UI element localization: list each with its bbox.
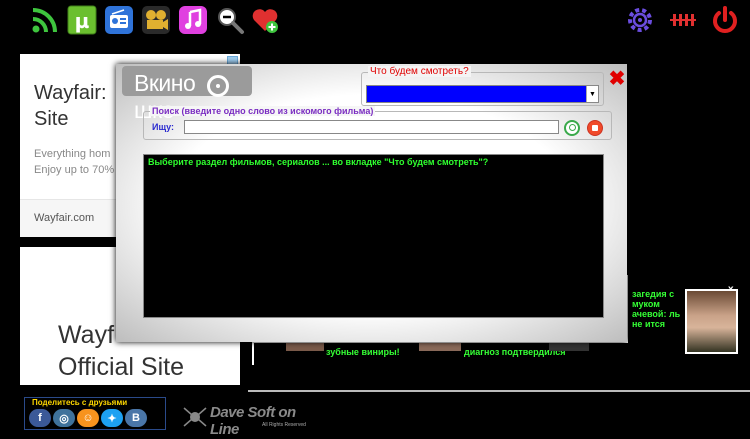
brand-logo: Вкиношке — [122, 66, 252, 123]
ad-title-line2: Official Site — [58, 353, 184, 381]
watch-selector-group: Что будем смотреть? ▼ — [361, 66, 604, 106]
vk-icon[interactable]: B — [125, 409, 147, 427]
add-favorite-icon[interactable] — [250, 5, 280, 35]
utorrent-icon[interactable]: µ — [67, 5, 97, 35]
dave-soft-name: Dave Soft on Line — [210, 404, 296, 438]
results-console[interactable]: Выберите раздел фильмов, сериалов ... во… — [143, 154, 604, 318]
news-thumb[interactable] — [286, 343, 324, 351]
zoom-out-icon[interactable] — [215, 5, 245, 35]
ad-body-line2: Enjoy up to 70% — [34, 164, 115, 176]
rss-icon[interactable] — [30, 5, 60, 35]
spider-icon — [183, 407, 207, 427]
radio-icon[interactable] — [104, 5, 134, 35]
watch-legend: Что будем смотреть? — [368, 66, 471, 77]
share-panel: Поделитесь с друзьями f ◎ ☺ ✦ B — [24, 397, 166, 430]
horizontal-scrollbar[interactable] — [248, 390, 750, 392]
watch-category-select[interactable]: ▼ — [366, 85, 599, 103]
ad-title-line2: Site — [34, 108, 69, 130]
share-title: Поделитесь с друзьями — [32, 398, 128, 407]
ad-domain[interactable]: Wayfair.com — [34, 212, 94, 224]
news-photo[interactable] — [685, 289, 738, 354]
search-input[interactable] — [184, 120, 559, 134]
settings-icon[interactable] — [625, 5, 655, 35]
ad-body-line1: Everything hom — [34, 148, 111, 160]
ad-body: Everything hom Enjoy up to 70% — [34, 146, 114, 178]
search-label: Ищу: — [152, 122, 174, 132]
movie-camera-icon[interactable] — [141, 5, 171, 35]
clear-icon[interactable] — [587, 120, 603, 136]
close-button[interactable]: ✖ — [608, 69, 626, 89]
instagram-icon[interactable]: ◎ — [53, 409, 75, 427]
power-icon[interactable] — [710, 5, 740, 35]
search-group: Поиск (введите одно слово из искомого фи… — [143, 106, 612, 140]
svg-text:µ: µ — [75, 9, 90, 33]
news-row: зубные виниры! диагноз подтвердился — [254, 343, 628, 365]
news-photo-face — [687, 291, 736, 352]
vkinoshke-dialog: Вкиношке Что будем смотреть? ▼ ✖ Поиск (… — [116, 64, 627, 342]
news-thumb[interactable] — [419, 343, 461, 351]
chevron-down-icon[interactable]: ▼ — [586, 86, 598, 102]
odnoklassniki-icon[interactable]: ☺ — [77, 409, 99, 427]
equalizer-icon[interactable] — [668, 5, 698, 35]
ad-title-line1: Wayfair: — [34, 82, 107, 104]
share-icons: f ◎ ☺ ✦ B — [29, 409, 147, 427]
console-message: Выберите раздел фильмов, сериалов ... во… — [148, 157, 489, 167]
facebook-icon[interactable]: f — [29, 409, 51, 427]
news-thumb[interactable] — [549, 343, 589, 351]
news-item[interactable]: зубные виниры! — [326, 347, 400, 357]
dave-soft-logo: Dave Soft on Line All Rights Reserved — [182, 402, 322, 438]
ad-title: Wayfair: Site — [34, 80, 107, 132]
search-legend: Поиск (введите одно слово из искомого фи… — [150, 106, 376, 116]
news-side-text[interactable]: загедия с муком ачевой: ль не ится — [632, 289, 682, 329]
twitter-icon[interactable]: ✦ — [101, 409, 123, 427]
music-icon[interactable] — [178, 5, 208, 35]
news-side-panel: x загедия с муком ачевой: ль не ится — [628, 275, 748, 365]
brand-name: Вкино — [134, 70, 196, 96]
film-reel-icon — [207, 75, 229, 97]
search-icon[interactable] — [564, 120, 580, 136]
dave-soft-rights: All Rights Reserved — [262, 422, 306, 428]
